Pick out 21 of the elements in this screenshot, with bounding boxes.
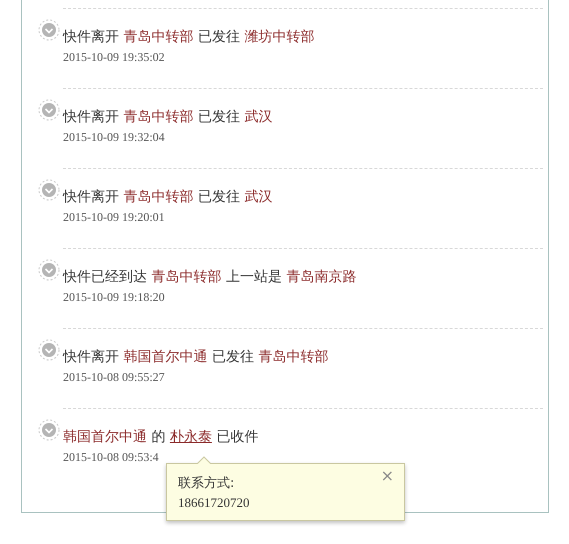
- check-icon: [38, 179, 60, 201]
- tracking-message: 快件离开 青岛中转部 已发往 武汉: [63, 188, 272, 207]
- timestamp: 2015-10-08 09:55:27: [63, 369, 165, 385]
- tracking-message: 快件离开 青岛中转部 已发往 武汉: [63, 108, 272, 127]
- timestamp: 2015-10-09 19:20:01: [63, 209, 165, 225]
- timestamp: 2015-10-09 19:32:04: [63, 129, 165, 145]
- timestamp: 2015-10-09 19:35:02: [63, 49, 165, 65]
- tracking-message: 快件离开 韩国首尔中通 已发往 青岛中转部: [63, 348, 328, 367]
- check-icon: [38, 339, 60, 361]
- name-link[interactable]: 朴永泰: [170, 429, 212, 445]
- check-icon: [38, 19, 60, 41]
- check-icon: [38, 99, 60, 121]
- check-icon: [38, 259, 60, 281]
- timestamp: 2015-10-08 09:53:4: [63, 449, 159, 465]
- tracking-message: 快件已经到达 青岛中转部 上一站是 青岛南京路: [63, 268, 356, 287]
- tracking-message: 快件离开 青岛中转部 已发往 潍坊中转部: [63, 28, 314, 47]
- phone-number: 18661720720: [178, 494, 250, 512]
- tracking-message: 韩国首尔中通 的 朴永泰 已收件: [63, 428, 258, 447]
- timestamp: 2015-10-09 19:18:20: [63, 289, 165, 305]
- check-icon: [38, 419, 60, 441]
- contact-label: 联系方式:: [178, 475, 234, 493]
